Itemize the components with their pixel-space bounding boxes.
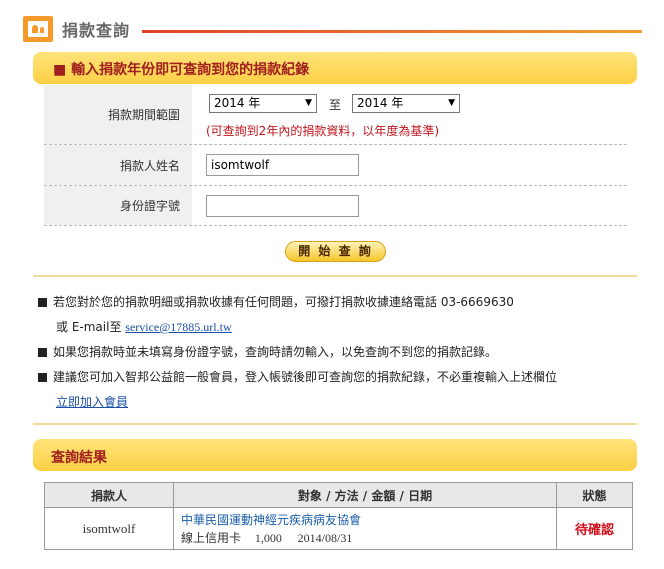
table-row: isomtwolf 中華民國運動神經元疾病病友協會 線上信用卡 1,000 20… [44, 507, 633, 550]
note-email: 或 E-mail至 service@17885.url.tw [56, 320, 232, 334]
divider [33, 423, 637, 425]
id-number-input[interactable] [206, 195, 359, 217]
divider [33, 275, 637, 277]
donor-cell: isomtwolf [44, 507, 174, 550]
column-header-details: 對象 / 方法 / 金額 / 日期 [173, 482, 557, 508]
details-cell: 中華民國運動神經元疾病病友協會 線上信用卡 1,000 2014/08/31 [173, 507, 557, 550]
bullet-icon [38, 373, 47, 382]
table-header-row: 捐款人 對象 / 方法 / 金額 / 日期 狀態 [44, 482, 633, 508]
organization-link[interactable]: 中華民國運動神經元疾病病友協會 [181, 511, 556, 529]
to-label: 至 [329, 98, 342, 112]
dropdown-arrow-icon: ▼ [448, 98, 455, 108]
results-table: 捐款人 對象 / 方法 / 金額 / 日期 狀態 isomtwolf 中華民國運… [44, 482, 633, 550]
period-label: 捐款期間範圍 [44, 85, 192, 144]
header-divider [142, 30, 642, 33]
year-from-select[interactable]: 2014 年 ▼ [209, 94, 317, 113]
dropdown-arrow-icon: ▼ [305, 98, 312, 108]
id-row: 身份證字號 [44, 186, 627, 226]
bullet-icon [38, 348, 47, 357]
note-contact: 若您對於您的捐款明細或捐款收據有任何問題，可撥打捐款收據連絡電話 03-6669… [38, 293, 514, 310]
results-section-title: 查詢結果 [51, 450, 107, 466]
note-member: 建議您可加入智邦公益館一般會員，登入帳號後即可查詢您的捐款紀錄，不必重複輸入上述… [38, 368, 557, 385]
payment-method: 線上信用卡 [181, 530, 242, 545]
column-header-status: 狀態 [556, 482, 633, 508]
page-header: 捐款查詢 [20, 14, 646, 44]
donation-amount: 1,000 [254, 530, 282, 545]
email-link[interactable]: service@17885.url.tw [125, 320, 231, 334]
name-row: 捐款人姓名 isomtwolf [44, 145, 627, 186]
join-member-wrap: 立即加入會員 [56, 393, 128, 410]
search-button[interactable]: 開 始 查 詢 [285, 241, 386, 262]
search-form: 捐款期間範圍 2014 年 ▼ 至 2014 年 ▼ (可查詢到2年內的捐款資料，以… [44, 85, 627, 226]
status-badge: 待確認 [556, 507, 633, 550]
join-member-link[interactable]: 立即加入會員 [56, 395, 128, 409]
name-label: 捐款人姓名 [44, 145, 192, 185]
period-hint: (可查詢到2年內的捐款資料，以年度為基準) [206, 124, 439, 138]
results-section-bar: 查詢結果 [33, 439, 637, 471]
search-section-title: ■ 輸入捐款年份即可查詢到您的捐款紀錄 [53, 62, 310, 78]
note-id: 如果您捐款時並未填寫身份證字號，查詢時請勿輸入，以免查詢不到您的捐款記錄。 [38, 343, 497, 360]
bullet-icon [38, 298, 47, 307]
page-title: 捐款查詢 [62, 21, 131, 40]
period-row: 捐款期間範圍 2014 年 ▼ 至 2014 年 ▼ (可查詢到2年內的捐款資料，以… [44, 85, 627, 145]
donation-date: 2014/08/31 [297, 530, 353, 545]
search-section-bar: ■ 輸入捐款年份即可查詢到您的捐款紀錄 [33, 52, 637, 84]
donor-name-input[interactable]: isomtwolf [206, 154, 359, 176]
id-label: 身份證字號 [44, 186, 192, 225]
year-to-select[interactable]: 2014 年 ▼ [352, 94, 460, 113]
id-card-icon [23, 16, 53, 42]
column-header-donor: 捐款人 [44, 482, 174, 508]
